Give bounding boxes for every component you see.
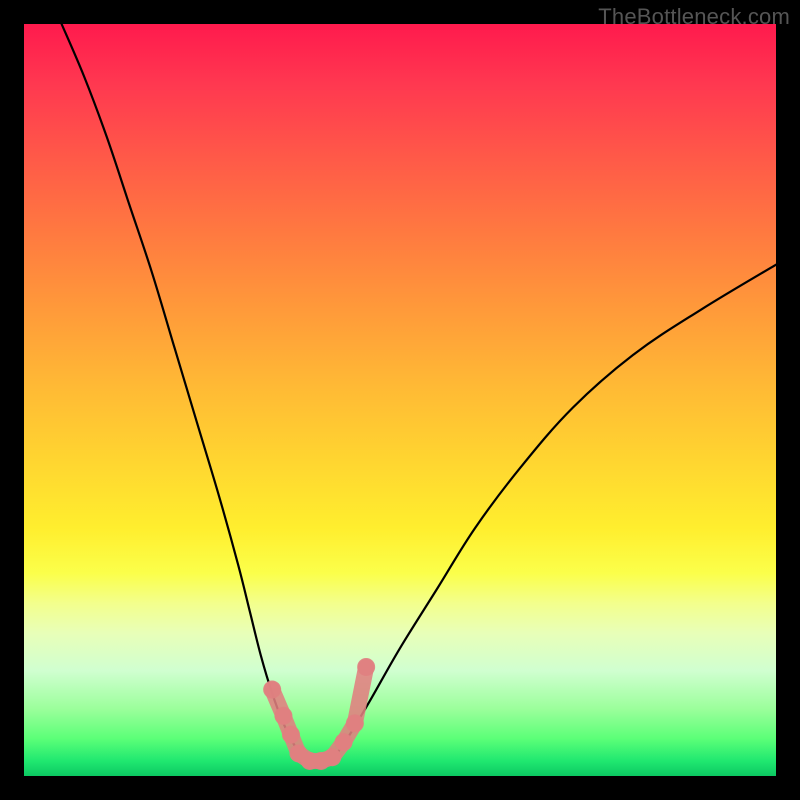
chart-svg <box>24 24 776 776</box>
marker-dot <box>357 658 375 676</box>
bottleneck-curve-left <box>62 24 303 759</box>
bottleneck-curve-right <box>332 265 776 760</box>
marker-dot <box>335 733 353 751</box>
chart-frame <box>24 24 776 776</box>
marker-dot <box>274 707 292 725</box>
data-point-markers <box>263 658 375 770</box>
marker-dot <box>263 681 281 699</box>
watermark-text: TheBottleneck.com <box>598 4 790 30</box>
marker-dot <box>346 714 364 732</box>
marker-dot <box>282 726 300 744</box>
marker-dot <box>323 748 341 766</box>
